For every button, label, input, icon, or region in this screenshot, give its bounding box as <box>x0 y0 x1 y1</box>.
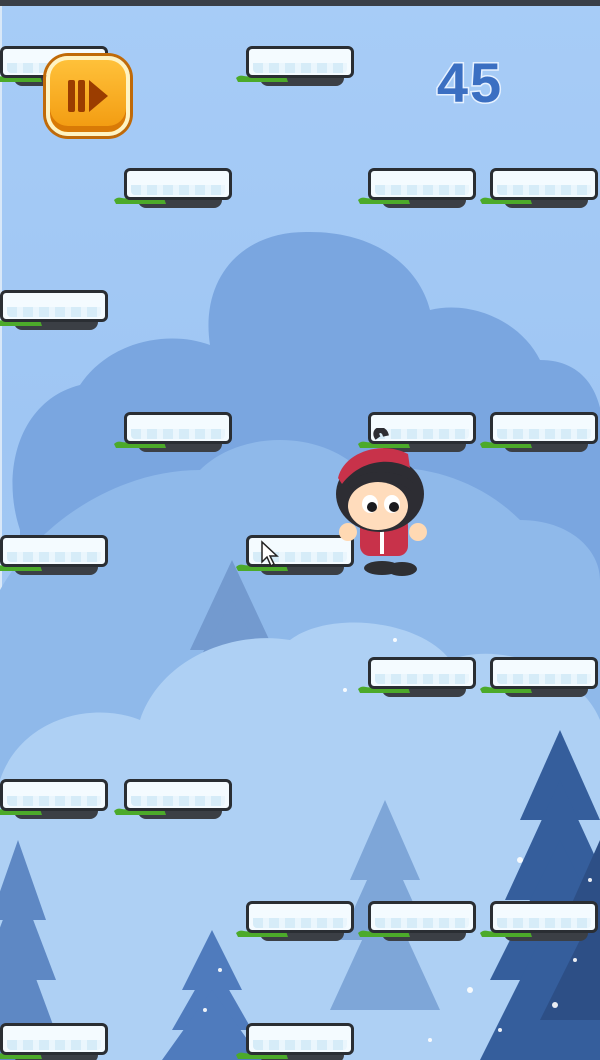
snow-platform <box>0 535 114 585</box>
snow-platform <box>480 412 600 462</box>
snow-platform <box>236 901 360 951</box>
platform-snow <box>246 46 354 78</box>
play-pause-icon <box>68 80 108 112</box>
snow-platform <box>0 1023 114 1060</box>
platform-snow <box>490 168 598 200</box>
platform-snow <box>0 535 108 567</box>
platform-snow <box>490 901 598 933</box>
mouse-cursor-icon <box>261 540 279 568</box>
player-character-icon <box>336 428 427 576</box>
snow-platform <box>480 168 600 218</box>
platform-snow <box>246 901 354 933</box>
snow-platform <box>480 657 600 707</box>
platform-snow <box>124 412 232 444</box>
snow-platform <box>236 46 360 96</box>
snow-platform <box>114 779 238 829</box>
platform-snow <box>368 168 476 200</box>
platform-snow <box>368 901 476 933</box>
platform-snow <box>246 1023 354 1055</box>
snow-platform <box>358 901 482 951</box>
snow-platform <box>0 779 114 829</box>
snow-platform <box>114 168 238 218</box>
platform-snow <box>0 779 108 811</box>
snow-platform <box>358 657 482 707</box>
platform-snow <box>124 168 232 200</box>
platform-snow <box>0 1023 108 1055</box>
score-counter: 45 <box>435 50 504 116</box>
snow-platform <box>236 1023 360 1060</box>
snow-platform <box>0 290 114 340</box>
snow-platform <box>480 901 600 951</box>
platform-snow <box>368 657 476 689</box>
platform-snow <box>490 412 598 444</box>
game-canvas[interactable]: 45 <box>0 0 600 1060</box>
play-pause-button[interactable] <box>46 56 130 136</box>
platform-snow <box>490 657 598 689</box>
platform-snow <box>0 290 108 322</box>
snow-platform <box>358 168 482 218</box>
snow-platform <box>114 412 238 462</box>
platform-snow <box>124 779 232 811</box>
